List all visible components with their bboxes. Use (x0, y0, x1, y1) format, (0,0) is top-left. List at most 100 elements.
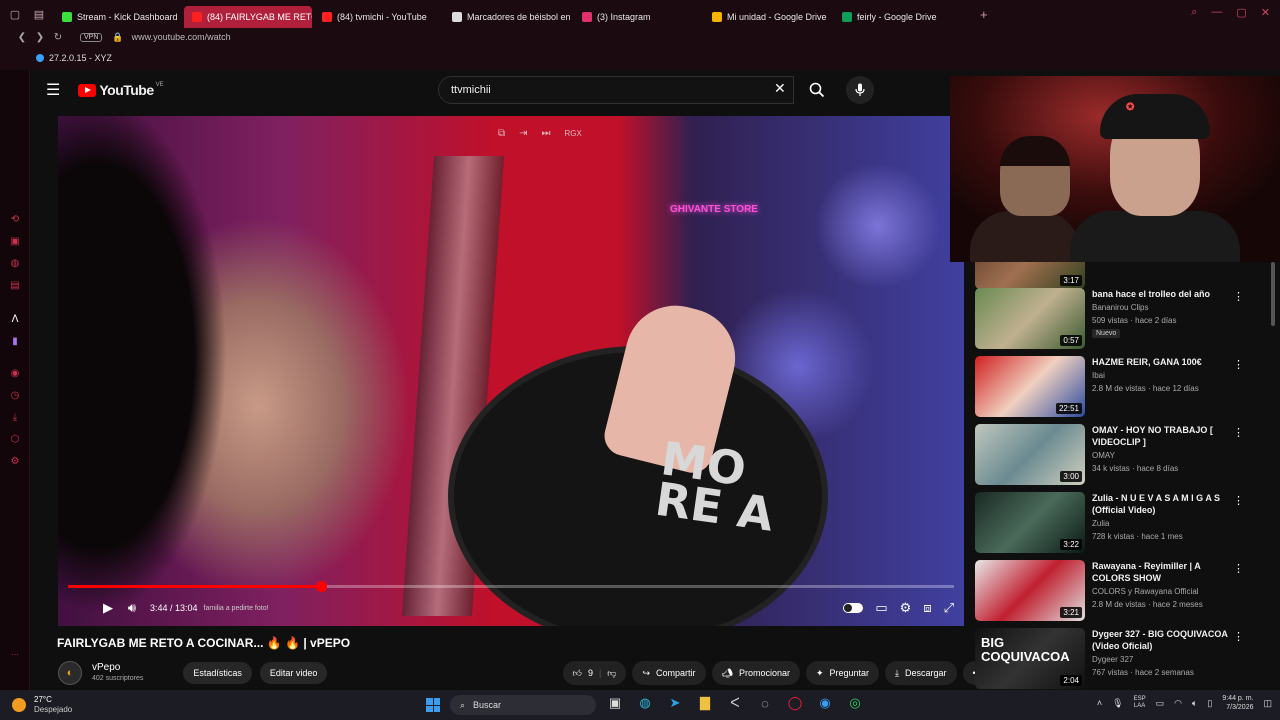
more-options-icon[interactable]: ⋮ (1233, 562, 1244, 575)
opera-icon[interactable]: ◯ (786, 695, 804, 711)
browser-tab[interactable]: Mi unidad - Google Drive (704, 6, 832, 28)
minimize-button[interactable]: — (1211, 6, 1222, 19)
sidebar-kick-icon[interactable]: ᐱ (9, 314, 21, 326)
sidebar-player-icon[interactable]: ◉ (9, 368, 21, 380)
tab-actions-icon[interactable]: ▢ (6, 5, 24, 23)
stats-button[interactable]: Estadísticas (183, 662, 252, 684)
share-button[interactable]: ↪ Compartir (632, 661, 706, 685)
battery-icon[interactable]: ▯ (1207, 698, 1212, 709)
task-view-icon[interactable]: ▣ (606, 695, 624, 711)
lock-icon[interactable]: 🔒 (112, 32, 123, 43)
thumbs-down-icon[interactable]: 👎︎ (607, 668, 616, 679)
search-tabs-icon[interactable]: ⌕ (1191, 6, 1197, 19)
skip-icon[interactable]: ⏭ (542, 128, 551, 139)
list-item[interactable]: 3:21 Rawayana - Reyimiller | A COLORS SHO… (975, 560, 1265, 624)
fullscreen-icon[interactable]: ⤢ (944, 600, 954, 616)
guide-menu-icon[interactable]: ☰ (46, 80, 60, 100)
progress-bar[interactable] (68, 581, 954, 592)
more-options-icon[interactable]: ⋮ (1233, 426, 1244, 439)
video-thumbnail[interactable]: 0:57 (975, 288, 1085, 349)
video-thumbnail[interactable]: BIG COQUIVACOA 2:04 (975, 628, 1085, 689)
recommendation-channel[interactable]: Dygeer 327 (1092, 655, 1133, 664)
autoplay-toggle[interactable] (843, 603, 864, 613)
wifi-icon[interactable]: ◠ (1174, 698, 1182, 709)
notifications-icon[interactable]: ◫ (1263, 698, 1272, 709)
browser-tab[interactable]: (3) Instagram (574, 6, 702, 28)
channel-name[interactable]: vPepo (92, 662, 143, 673)
sidebar-bag-icon[interactable]: ▣ (9, 236, 21, 248)
sidebar-settings-icon[interactable]: ⚙ (9, 456, 21, 468)
volume-icon[interactable]: 🔊︎ (120, 600, 144, 616)
recommendation-title[interactable]: Rawayana - Reyimiller | A COLORS SHOW (1092, 560, 1232, 584)
download-button[interactable]: ⤓ Descargar (885, 661, 957, 685)
video-thumbnail[interactable]: 3:22 (975, 492, 1085, 553)
avatar[interactable]: ◐ (58, 661, 82, 685)
vpn-badge[interactable]: VPN (80, 32, 103, 42)
telegram-icon[interactable]: ➤ (666, 695, 684, 711)
browser-tab[interactable]: feirly - Google Drive (834, 6, 962, 28)
new-tab-button[interactable]: + (980, 7, 988, 22)
list-item[interactable]: 0:57 bana hace el trolleo del año Bananiro… (975, 288, 1265, 352)
whatsapp-icon[interactable]: ◎ (846, 695, 864, 711)
bookmark-item[interactable]: 27.2.0.15 - XYZ (49, 53, 112, 63)
close-button[interactable]: ✕ (1261, 6, 1270, 19)
subtitles-icon[interactable]: ▭ (875, 600, 887, 616)
promote-button[interactable]: 📣︎ Promocionar (711, 661, 800, 685)
more-options-icon[interactable]: ⋮ (1233, 290, 1244, 303)
rgx-icon[interactable]: RGX (565, 129, 582, 138)
url-field[interactable]: www.youtube.com/watch (132, 32, 231, 42)
forward-icon[interactable]: ❯ (32, 32, 48, 43)
maximize-button[interactable]: ▢ (1236, 6, 1246, 19)
browser-tab[interactable]: Marcadores de béisbol en (444, 6, 572, 28)
recommendation-title[interactable]: Zulia - N U E V A S A M I G A S (Officia… (1092, 492, 1232, 516)
recommendation-channel[interactable]: Bananirou Clips (1092, 303, 1148, 312)
scrollbar[interactable] (1271, 262, 1275, 326)
settings-gear-icon[interactable]: ⚙ (900, 600, 912, 616)
video-player[interactable]: MO RE A GHIVANTE STORE ⧉ ⇥ ⏭ RGX ▶ 🔊︎ 3:… (58, 116, 964, 626)
recommendation-title[interactable]: Dygeer 327 - BIG COQUIVACOA (Video Ofici… (1092, 628, 1232, 652)
recommendation-channel[interactable]: Zulia (1092, 519, 1109, 528)
ask-button[interactable]: ✦ Preguntar (805, 661, 880, 685)
video-thumbnail[interactable]: 3:21 (975, 560, 1085, 621)
list-item[interactable]: 22:51 HAZME REIR, GANA 100€ Ibai 2.8 M de v… (975, 356, 1265, 420)
sidebar-notes-icon[interactable]: ▤ (9, 280, 21, 292)
weather-widget[interactable]: 27°C Despejado (12, 695, 72, 715)
recommendation-channel[interactable]: OMAY (1092, 451, 1115, 460)
video-thumbnail[interactable]: 22:51 (975, 356, 1085, 417)
video-thumbnail[interactable]: 3:00 (975, 424, 1085, 485)
taskbar-search[interactable]: ⌕ Buscar (450, 695, 596, 715)
app-icon[interactable]: ◌ (756, 696, 774, 711)
clear-search-icon[interactable]: ✕ (774, 80, 786, 97)
language-indicator[interactable]: ESP LAA (1134, 696, 1146, 710)
recommendation-channel[interactable]: Ibai (1092, 371, 1105, 380)
edge-icon[interactable]: ◍ (636, 695, 654, 711)
recommendation-title[interactable]: OMAY - HOY NO TRABAJO [ VIDEOCLIP ] (1092, 424, 1232, 448)
sidebar-twitch-icon[interactable]: ▮ (9, 336, 21, 348)
tray-mic-icon[interactable]: 🎙︎ (1112, 698, 1123, 709)
sidebar-clock-icon[interactable]: ◷ (9, 390, 21, 402)
messenger-icon[interactable]: ◉ (816, 695, 834, 711)
miniplayer-icon[interactable]: ⧈ (923, 600, 931, 616)
search-input[interactable]: ttvmichii (438, 76, 794, 104)
search-button[interactable] (800, 76, 834, 104)
sidebar-extensions-icon[interactable]: ⬡ (9, 434, 21, 446)
sidebar-messenger-icon[interactable]: ◍ (9, 258, 21, 270)
volume-tray-icon[interactable]: 🔈︎ (1192, 698, 1197, 709)
network-icon[interactable]: ▭ (1156, 698, 1165, 709)
browser-tab[interactable]: Stream - Kick Dashboard (54, 6, 182, 28)
youtube-logo[interactable]: YouTube VE (78, 82, 164, 98)
clock[interactable]: 9:44 p. m. 7/3/2026 (1222, 694, 1253, 712)
workspaces-icon[interactable]: ▤ (30, 5, 48, 23)
browser-tab[interactable]: (84) tvmichi - YouTube (314, 6, 442, 28)
browser-tab[interactable]: (84) FAIRLYGAB ME RETO (184, 6, 312, 28)
list-item[interactable]: BIG COQUIVACOA 2:04 Dygeer 327 - BIG COQUI… (975, 628, 1265, 690)
recommendation-title[interactable]: bana hace el trolleo del año (1092, 288, 1232, 300)
kick-app-icon[interactable]: ᐸ (726, 695, 744, 711)
more-options-icon[interactable]: ⋮ (1233, 494, 1244, 507)
enter-icon[interactable]: ⇥ (519, 128, 527, 139)
back-icon[interactable]: ❮ (14, 32, 30, 43)
tray-chevron-icon[interactable]: ˄ (1097, 698, 1102, 708)
sidebar-download-icon[interactable]: ⤓ (9, 412, 21, 424)
edit-video-button[interactable]: Editar video (259, 662, 328, 684)
more-options-icon[interactable]: ⋮ (1233, 630, 1244, 643)
